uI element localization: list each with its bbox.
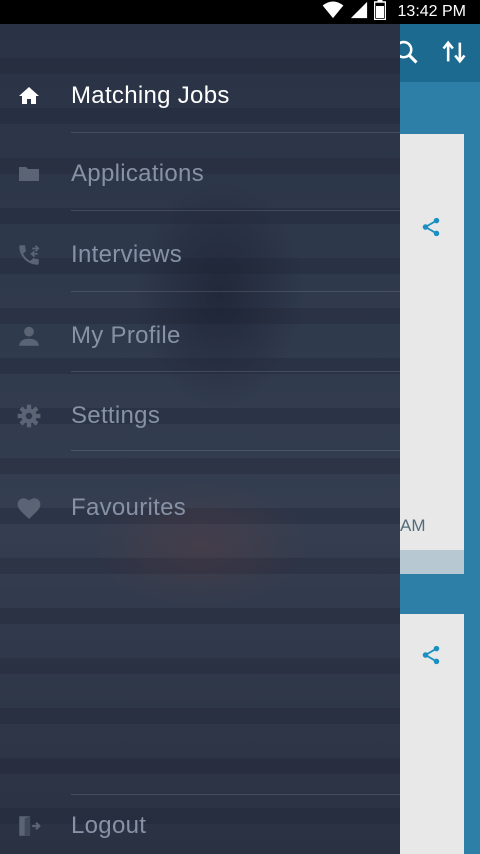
wifi-icon (322, 0, 344, 24)
person-icon (16, 323, 42, 349)
cell-signal-icon (350, 1, 368, 24)
drawer-item-label: My Profile (71, 322, 181, 349)
share-icon[interactable] (420, 644, 442, 666)
drawer-item-label: Logout (71, 812, 147, 839)
drawer-item-label: Settings (71, 402, 161, 429)
divider (71, 794, 400, 795)
divider (71, 371, 400, 372)
card-time: AM (400, 516, 426, 535)
phone-forward-icon (16, 242, 42, 268)
drawer-item-label: Matching Jobs (71, 82, 230, 109)
share-icon[interactable] (420, 216, 442, 238)
folder-icon (16, 161, 42, 187)
drawer-item-label: Interviews (71, 241, 183, 268)
navigation-drawer: Matching Jobs Applications Interviews My… (0, 24, 400, 854)
divider (71, 210, 400, 211)
sort-icon[interactable] (440, 38, 468, 71)
status-bar: 13:42 PM (0, 0, 480, 24)
gear-icon (16, 403, 42, 429)
divider (71, 450, 400, 451)
drawer-item-my-profile[interactable]: My Profile (0, 310, 400, 362)
home-icon (16, 83, 42, 109)
battery-icon (373, 0, 386, 25)
drawer-item-applications[interactable]: Applications (0, 148, 400, 200)
drawer-item-label: Favourites (71, 494, 187, 521)
drawer-item-favourites[interactable]: Favourites (0, 482, 400, 534)
status-time: 13:42 PM (397, 3, 466, 20)
divider (71, 291, 400, 292)
drawer-item-label: Applications (71, 160, 205, 187)
heart-icon (16, 495, 42, 521)
drawer-item-logout[interactable]: Logout (0, 800, 400, 852)
divider (71, 132, 400, 133)
drawer-item-matching-jobs[interactable]: Matching Jobs (0, 70, 400, 122)
drawer-item-settings[interactable]: Settings (0, 390, 400, 442)
drawer-item-interviews[interactable]: Interviews (0, 229, 400, 281)
logout-icon (16, 813, 42, 839)
